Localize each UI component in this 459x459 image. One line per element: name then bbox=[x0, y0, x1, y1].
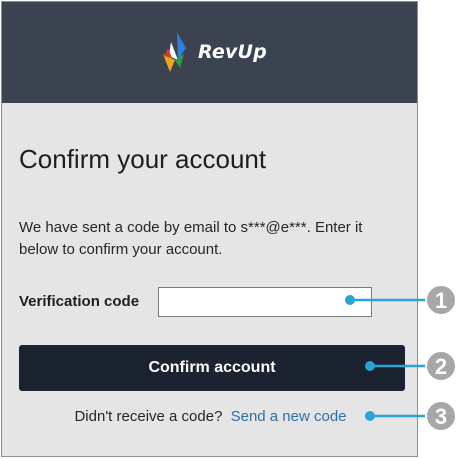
callout-2-badge bbox=[425, 350, 457, 382]
callout-2-number: 2 bbox=[435, 354, 447, 379]
revup-logo-icon bbox=[163, 32, 186, 72]
callout-3-number: 3 bbox=[435, 404, 447, 429]
brand-logo: RevUp bbox=[160, 30, 267, 74]
confirm-account-button[interactable]: Confirm account bbox=[19, 345, 405, 391]
app-header: RevUp bbox=[2, 2, 417, 103]
page-title: Confirm your account bbox=[19, 144, 267, 174]
callout-1-badge bbox=[425, 284, 457, 316]
callout-3-badge bbox=[425, 400, 457, 432]
confirmation-message: We have sent a code by email to s***@e**… bbox=[19, 219, 363, 258]
send-new-code-link[interactable]: Send a new code bbox=[231, 408, 347, 425]
verification-code-label: Verification code bbox=[19, 293, 140, 310]
confirm-account-card: RevUp Confirm your account We have sent … bbox=[1, 1, 418, 457]
resend-prompt: Didn't receive a code? bbox=[74, 408, 223, 425]
screenshot-stage: RevUp Confirm your account We have sent … bbox=[0, 0, 459, 459]
verification-code-input[interactable] bbox=[158, 287, 372, 317]
callout-1-number: 1 bbox=[435, 288, 447, 313]
brand-name: RevUp bbox=[198, 41, 267, 63]
resend-code-row: Didn't receive a code? Send a new code bbox=[2, 408, 417, 425]
